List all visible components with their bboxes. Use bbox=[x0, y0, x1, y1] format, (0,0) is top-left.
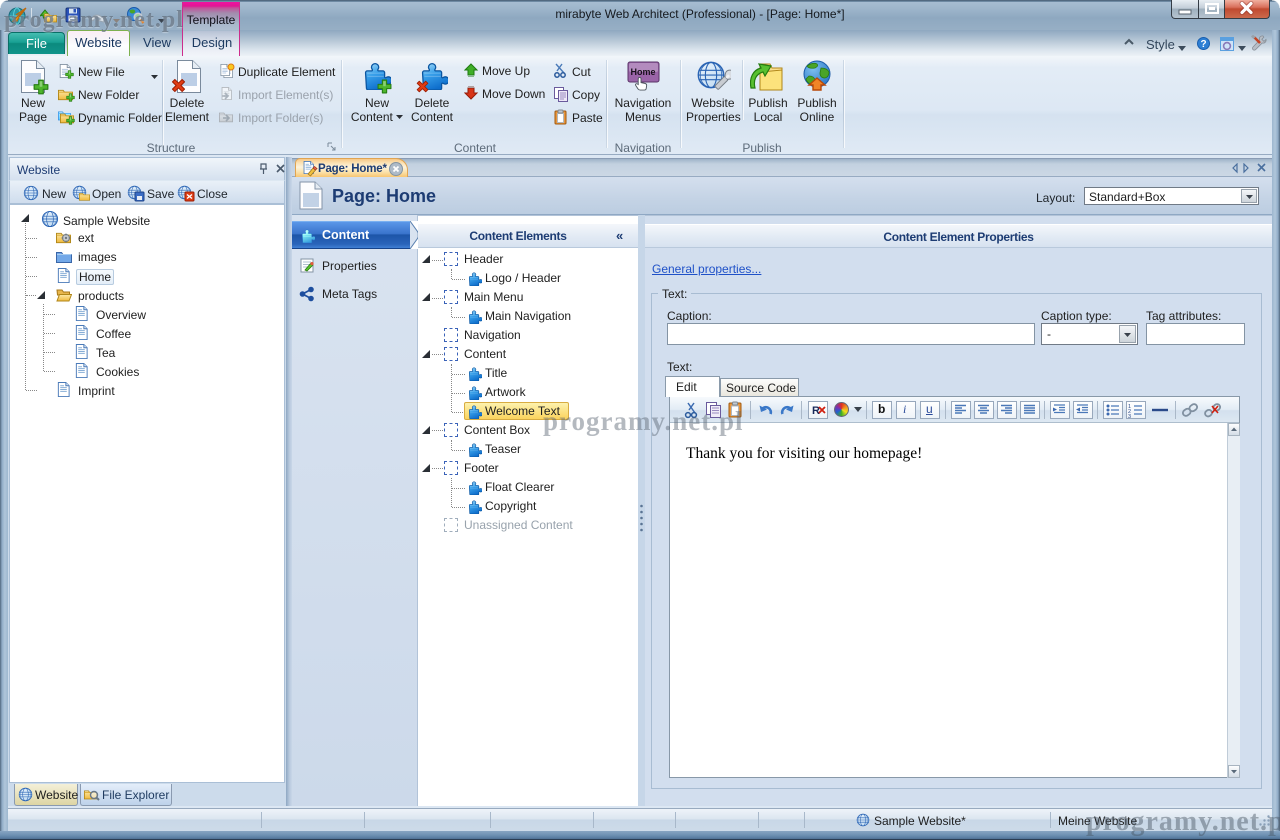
svg-text:?: ? bbox=[1200, 39, 1206, 50]
svg-text:Home: Home bbox=[630, 67, 655, 77]
svg-text:3: 3 bbox=[1128, 414, 1131, 418]
svg-text:R: R bbox=[812, 405, 820, 417]
